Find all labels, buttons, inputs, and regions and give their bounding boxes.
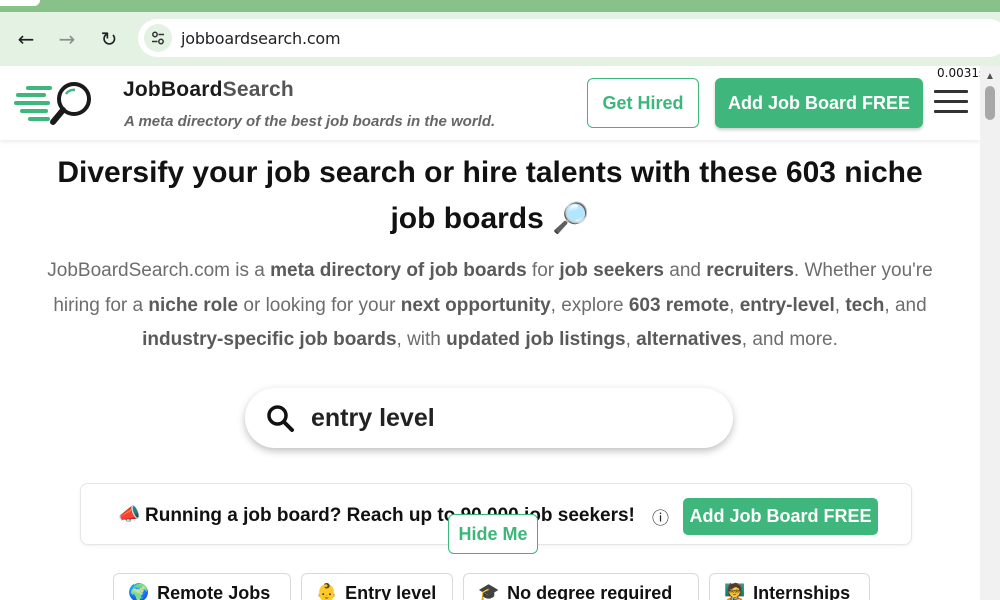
search-box[interactable] <box>245 388 733 448</box>
brand-main: JobBoard <box>123 78 223 101</box>
intro-text: or looking for your <box>238 294 401 316</box>
forward-button[interactable]: → <box>52 24 82 54</box>
forward-arrow-icon: → <box>58 27 76 51</box>
chip-entry-level[interactable]: 👶 Entry level <box>301 573 453 600</box>
intro-keyword: updated job listings <box>446 329 626 350</box>
reload-icon: ↻ <box>100 27 118 51</box>
intro-keyword: job seekers <box>559 260 664 281</box>
intro-keyword: tech <box>845 294 885 316</box>
promo-add-job-board-button[interactable]: Add Job Board FREE <box>683 498 878 535</box>
intro-keyword: meta directory of job boards <box>270 260 527 281</box>
intro-keyword: industry-specific job boards <box>142 329 397 350</box>
intro-text: , <box>834 294 846 316</box>
search-icon[interactable] <box>265 403 295 433</box>
globe-icon: 🌍 <box>128 583 150 600</box>
promo-text: Running a job board? Reach up to 90,000 … <box>145 505 635 526</box>
chip-remote-jobs[interactable]: 🌍 Remote Jobs <box>113 573 291 600</box>
chip-internships[interactable]: 🧑‍🏫 Internships <box>709 573 870 600</box>
intro-text: , explore <box>550 294 629 316</box>
intro-text: JobBoardSearch.com is a <box>47 260 271 281</box>
chip-label: Internships <box>753 583 851 600</box>
intro-text: , with <box>396 329 447 350</box>
site-header: JobBoardSearch A meta directory of the b… <box>0 66 980 140</box>
megaphone-icon: 📣 <box>118 504 141 525</box>
scroll-up-arrow-icon[interactable]: ▲ <box>983 70 997 82</box>
chip-label: No degree required <box>507 583 673 600</box>
add-job-board-button[interactable]: Add Job Board FREE <box>715 78 923 128</box>
tagline: A meta directory of the best job boards … <box>124 113 496 130</box>
url-text[interactable]: jobboardsearch.com <box>181 29 341 48</box>
hide-me-button[interactable]: Hide Me <box>448 514 538 554</box>
intro-text: for <box>526 260 560 281</box>
browser-tab-strip <box>0 0 1000 12</box>
page-headline: Diversify your job search or hire talent… <box>40 150 940 242</box>
intro-keyword: next opportunity <box>400 294 551 316</box>
get-hired-button[interactable]: Get Hired <box>587 78 699 128</box>
chip-no-degree-required[interactable]: 🎓 No degree required <box>463 573 699 600</box>
intro-text: , <box>729 294 740 316</box>
baby-icon: 👶 <box>316 583 338 600</box>
back-button[interactable]: ← <box>11 24 41 54</box>
reload-button[interactable]: ↻ <box>94 24 124 54</box>
scrollbar[interactable]: ▲ <box>980 66 1000 600</box>
back-arrow-icon: ← <box>17 27 35 51</box>
teacher-icon: 🧑‍🏫 <box>724 583 746 600</box>
intro-text: , and <box>884 294 927 316</box>
intro-keyword: alternatives <box>636 329 742 350</box>
magnifier-logo-icon[interactable] <box>14 80 98 128</box>
intro-text: , <box>625 329 637 350</box>
magnifier-emoji-icon: 🔎 <box>552 201 590 236</box>
graduation-cap-icon: 🎓 <box>478 583 500 600</box>
intro-keyword: 603 remote <box>628 294 730 316</box>
address-bar[interactable]: jobboardsearch.com <box>138 19 1000 57</box>
brand-name[interactable]: JobBoardSearch <box>123 78 294 102</box>
tune-icon <box>152 31 164 45</box>
info-icon[interactable]: ⓘ <box>652 504 669 529</box>
intro-keyword: entry-level <box>739 294 835 316</box>
brand-accent: Search <box>222 78 294 101</box>
intro-keyword: niche role <box>148 294 239 316</box>
chip-label: Remote Jobs <box>157 583 271 600</box>
site-info-button[interactable] <box>144 24 172 52</box>
headline-text: Diversify your job search or hire talent… <box>57 156 923 235</box>
search-input[interactable] <box>311 400 711 436</box>
browser-tab[interactable] <box>0 0 40 6</box>
scroll-thumb[interactable] <box>985 86 995 120</box>
intro-paragraph: JobBoardSearch.com is a meta directory o… <box>40 254 940 358</box>
load-time-text: 0.0031s <box>937 66 986 80</box>
chip-label: Entry level <box>345 583 437 600</box>
intro-text: and <box>663 260 707 281</box>
browser-toolbar: ← → ↻ jobboardsearch.com <box>0 12 1000 66</box>
intro-keyword: recruiters <box>706 260 794 281</box>
hamburger-menu-icon[interactable] <box>934 90 968 114</box>
intro-text: , and more. <box>741 329 838 350</box>
